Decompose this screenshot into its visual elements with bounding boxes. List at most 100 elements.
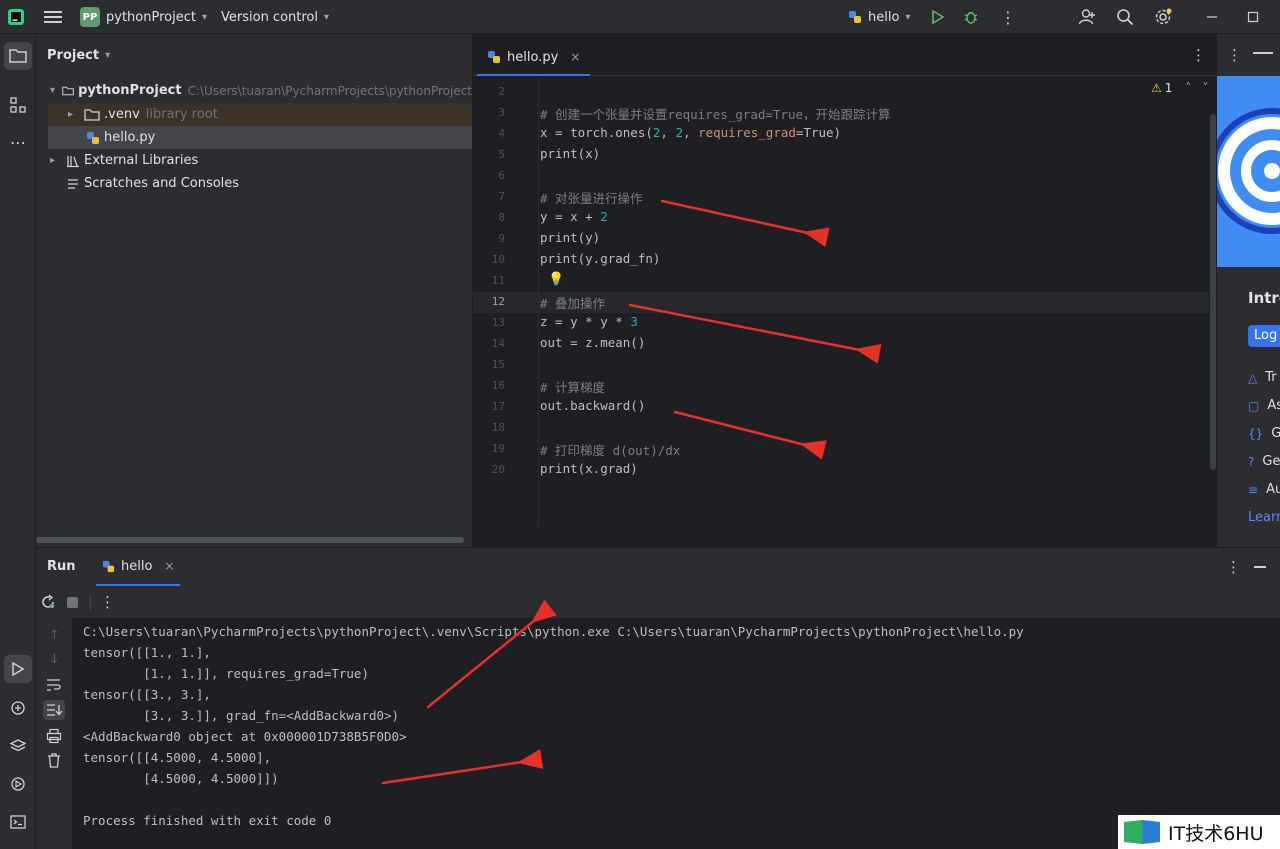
services-icon[interactable] (4, 770, 32, 798)
vcs-menu[interactable]: Version control ▾ (221, 0, 329, 34)
code-token: y = x + (540, 209, 601, 224)
code-line: print(x.grad) (540, 461, 638, 476)
login-button[interactable]: Log (1248, 325, 1280, 347)
print-icon[interactable] (46, 728, 62, 748)
arrow-down-icon[interactable]: ↓ (49, 652, 60, 667)
chevron-right-icon: ▸ (50, 155, 56, 166)
vertical-scrollbar[interactable] (1210, 114, 1216, 470)
list-icon: ≡ (1248, 482, 1259, 497)
code-token: 2 (675, 125, 684, 140)
project-panel-header[interactable]: Project ▾ (47, 48, 110, 63)
tree-item-hello-py[interactable]: hello.py (48, 126, 472, 149)
code-line: out = z.mean() (540, 335, 645, 350)
code-line: # 对张量进行操作 (540, 188, 643, 207)
more-actions-icon[interactable]: ⋮ (1000, 0, 1016, 34)
code-line: # 叠加操作 (540, 293, 605, 312)
structure-icon[interactable] (4, 91, 32, 119)
gutter-divider (538, 76, 539, 526)
add-user-icon[interactable] (1078, 0, 1096, 34)
console-output[interactable]: C:\Users\tuaran\PycharmProjects\pythonPr… (72, 618, 1280, 849)
project-tool-folder-icon[interactable] (4, 42, 32, 70)
intro-item-3[interactable]: {} Ge (1248, 426, 1280, 441)
watermark-text: IT技术6HU (1168, 822, 1264, 845)
run-options-icon[interactable]: ⋮ (1226, 558, 1241, 576)
tree-item-external-libraries[interactable]: ▸ External Libraries (36, 149, 472, 172)
trash-icon[interactable] (46, 752, 62, 772)
close-tab-icon[interactable]: × (164, 559, 174, 573)
tab-options-icon[interactable]: ⋮ (1191, 46, 1206, 64)
project-switcher[interactable]: PP pythonProject ▾ (80, 0, 207, 34)
line-number: 13 (491, 316, 505, 329)
rerun-icon[interactable] (40, 594, 56, 614)
console-line: [4.5000, 4.5000]]) (83, 771, 279, 786)
project-tool-window: Project ▾ ▾ pythonProject C:\Users\tuara… (36, 34, 472, 547)
run-button[interactable] (931, 0, 945, 34)
console-line: <AddBackward0 object at 0x000001D738B5F0… (83, 729, 407, 744)
python-console-icon[interactable] (4, 694, 32, 722)
chevron-down-icon: ▾ (201, 11, 207, 23)
run-toolbar-more-icon[interactable]: ⋮ (100, 593, 115, 611)
horizontal-scrollbar[interactable] (36, 537, 464, 543)
run-config-name: hello (868, 9, 900, 25)
line-number: 18 (491, 421, 505, 434)
editor-tab-hello-py[interactable]: hello.py × (477, 40, 591, 76)
code-token: z = y * y * (540, 314, 631, 329)
console-line: C:\Users\tuaran\PycharmProjects\pythonPr… (83, 624, 1024, 639)
line-number: 5 (498, 148, 505, 161)
line-number: 10 (491, 253, 505, 266)
code-token: print(y) (540, 230, 601, 245)
scroll-to-end-button[interactable] (43, 700, 65, 720)
learn-link[interactable]: Learn (1248, 510, 1280, 525)
bug-icon (964, 11, 978, 24)
intro-item-1[interactable]: △ Tr (1248, 370, 1277, 385)
code-token: =True) (795, 125, 842, 140)
tree-item-scratches[interactable]: Scratches and Consoles (36, 172, 472, 195)
tree-item-venv[interactable]: ▸ .venv library root (48, 103, 472, 126)
chevron-down-icon: ▾ (324, 11, 330, 23)
layers-icon[interactable] (4, 732, 32, 760)
line-number: 7 (498, 190, 505, 203)
code-area[interactable]: 2 3 # 创建一个张量并设置requires_grad=True，开始跟踪计算 4 x… (473, 76, 1209, 526)
pycharm-logo-icon[interactable] (8, 0, 24, 34)
code-line: out.backward() (540, 398, 645, 413)
console-line: [1., 1.]], requires_grad=True) (83, 666, 369, 681)
console-line: Process finished with exit code 0 (83, 813, 332, 828)
code-token: 2 (600, 209, 608, 224)
minimize-window-icon[interactable] (1206, 0, 1218, 34)
tree-item-project-root[interactable]: ▾ pythonProject C:\Users\tuaran\PycharmP… (36, 79, 472, 102)
python-file-icon (488, 51, 500, 63)
intro-item-5[interactable]: ≡ Au (1248, 482, 1280, 497)
main-menu-icon[interactable] (44, 0, 62, 34)
folder-icon (84, 108, 100, 121)
settings-gear-icon[interactable] (1154, 0, 1172, 34)
search-icon[interactable] (1116, 0, 1134, 34)
intro-item-4[interactable]: ? Ge (1248, 454, 1280, 469)
intro-item-2[interactable]: ▢ As (1248, 398, 1280, 413)
lightbulb-icon[interactable]: 💡 (548, 272, 564, 287)
code-line: print(x) (540, 146, 600, 161)
braces-icon: {} (1248, 426, 1264, 441)
terminal-icon[interactable] (4, 808, 32, 836)
chevron-down-icon: ▾ (105, 50, 111, 61)
code-token: , (660, 125, 676, 140)
run-config-selector[interactable]: hello ▾ (848, 0, 910, 34)
console-line: [3., 3.]], grad_fn=<AddBackward0>) (83, 708, 400, 723)
code-token: # 计算梯度 (540, 380, 606, 395)
ai-assistant-panel: ⋮ Intro Log △ Tr ▢ As {} Ge ? Ge ≡ Au Le… (1217, 34, 1280, 547)
more-tools-icon[interactable]: ⋯ (4, 128, 32, 156)
debug-button[interactable] (963, 0, 979, 34)
chevron-right-icon: ▸ (68, 109, 74, 120)
arrow-up-icon[interactable]: ↑ (49, 628, 60, 643)
run-tool-icon[interactable] (4, 655, 32, 683)
maximize-window-icon[interactable] (1247, 0, 1259, 34)
run-tab-hello[interactable]: hello × (96, 548, 181, 586)
soft-wrap-icon[interactable] (46, 678, 62, 696)
stop-icon[interactable] (67, 597, 78, 608)
scratches-icon (68, 178, 78, 189)
hide-panel-icon[interactable] (1253, 52, 1273, 54)
close-tab-icon[interactable]: × (570, 50, 580, 64)
minimize-panel-icon[interactable] (1254, 566, 1266, 568)
panel-options-icon[interactable]: ⋮ (1227, 46, 1242, 64)
line-number: 12 (491, 295, 505, 308)
code-token: , (683, 125, 699, 140)
